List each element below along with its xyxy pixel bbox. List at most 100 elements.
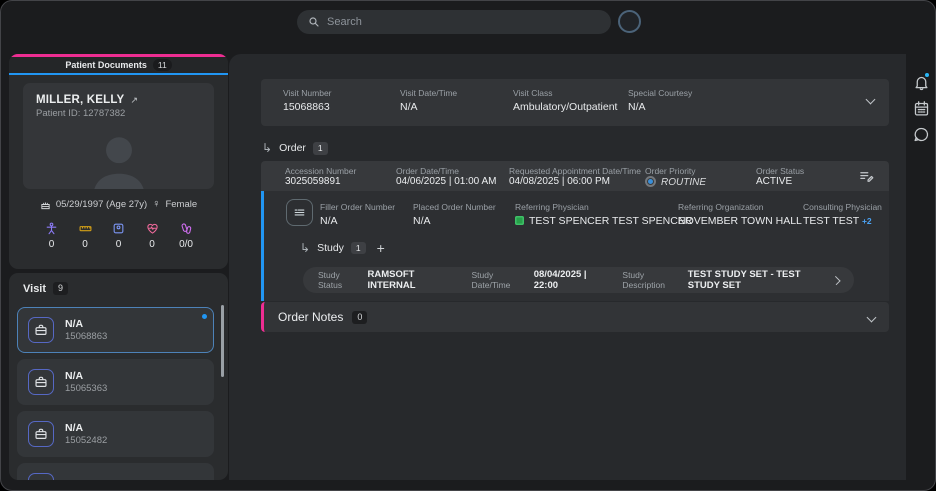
corner-down-right-icon: ↳ bbox=[300, 242, 310, 254]
unread-dot bbox=[202, 314, 207, 319]
patient-documents-count-badge: 11 bbox=[153, 59, 172, 72]
field-value: N/A bbox=[413, 215, 496, 227]
visit-list-scrollbar[interactable] bbox=[221, 305, 224, 377]
field-value: NOVEMBER TOWN HALL bbox=[678, 215, 802, 227]
order-document-icon[interactable] bbox=[286, 199, 313, 226]
field-label: Accession Number bbox=[285, 166, 356, 176]
field-referring-physician: Referring Physician TEST SPENCER TEST SP… bbox=[515, 202, 692, 227]
field-visit-datetime: Visit Date/Time N/A bbox=[400, 88, 457, 113]
visit-list-item[interactable]: N/A 15052482 bbox=[17, 411, 214, 457]
consulting-physician-name: TEST TEST bbox=[803, 215, 859, 227]
field-referring-organization: Referring Organization NOVEMBER TOWN HAL… bbox=[678, 202, 802, 227]
priority-value: ROUTINE bbox=[661, 177, 706, 188]
allergy-icon bbox=[180, 222, 193, 235]
visit-item-title: N/A bbox=[65, 480, 83, 481]
patient-dob: 05/29/1997 (Age 27y) bbox=[56, 199, 147, 210]
app-window: Patient Documents 11 MILLER, KELLY ↗ Pat… bbox=[0, 0, 936, 491]
study-row[interactable]: Study Status RAMSOFT INTERNAL Study Date… bbox=[303, 267, 854, 293]
patient-avatar-icon bbox=[80, 129, 158, 189]
visit-list-item[interactable]: N/A 15068863 bbox=[17, 307, 214, 353]
chat-icon[interactable] bbox=[913, 126, 930, 143]
search-bar[interactable] bbox=[297, 10, 611, 34]
field-value: TEST TEST +2 bbox=[803, 215, 882, 227]
order-notes-card[interactable]: Order Notes 0 bbox=[261, 302, 889, 332]
briefcase-icon bbox=[28, 421, 54, 447]
field-value: N/A bbox=[400, 101, 457, 113]
visit-item-title: N/A bbox=[65, 370, 107, 382]
visit-list-item[interactable]: N/A 15065363 bbox=[17, 359, 214, 405]
birthday-cake-icon bbox=[40, 199, 51, 210]
priority-dot-icon bbox=[645, 176, 656, 187]
visit-summary-card[interactable]: Visit Number 15068863 Visit Date/Time N/… bbox=[261, 79, 889, 126]
counter-ruler[interactable]: 0 bbox=[79, 222, 92, 250]
counter-value: 0 bbox=[49, 239, 55, 250]
order-datetime: 04/06/2025 | 01:00 AM bbox=[396, 176, 496, 187]
counter-value: 0 bbox=[82, 239, 88, 250]
briefcase-icon bbox=[28, 369, 54, 395]
counter-body-height[interactable]: 0 bbox=[45, 222, 58, 250]
counter-value: 0 bbox=[149, 239, 155, 250]
search-icon bbox=[308, 16, 320, 28]
visit-list-header: Visit 9 bbox=[9, 273, 228, 295]
patient-gender: Female bbox=[165, 199, 197, 210]
notification-dot bbox=[924, 72, 930, 78]
study-description-label: Study Description bbox=[622, 270, 679, 290]
calendar-icon[interactable] bbox=[913, 100, 930, 117]
field-visit-class: Visit Class Ambulatory/Outpatient bbox=[513, 88, 617, 113]
accession-number: 3025059891 bbox=[285, 176, 341, 187]
field-label: Special Courtesy bbox=[628, 88, 692, 98]
patient-summary-card[interactable]: MILLER, KELLY ↗ Patient ID: 12787382 bbox=[23, 83, 214, 189]
field-filler-order-number: Filler Order Number N/A bbox=[320, 202, 395, 227]
field-label: Visit Number bbox=[283, 88, 332, 98]
field-label: Referring Organization bbox=[678, 202, 802, 212]
edit-order-icon[interactable] bbox=[859, 169, 874, 184]
user-avatar-ring[interactable] bbox=[618, 10, 641, 33]
chevron-down-icon[interactable] bbox=[867, 312, 877, 322]
visit-list-panel: Visit 9 N/A 15068863 N/A 15065363 bbox=[9, 273, 228, 480]
field-label: Order Date/Time bbox=[396, 166, 459, 176]
weight-icon bbox=[112, 222, 125, 235]
main-panel: Visit Number 15068863 Visit Date/Time N/… bbox=[229, 54, 906, 480]
patient-counters: 0 0 0 0 0/0 bbox=[45, 222, 193, 250]
counter-value: 0 bbox=[116, 239, 122, 250]
field-value: Ambulatory/Outpatient bbox=[513, 101, 617, 113]
field-label: Placed Order Number bbox=[413, 202, 496, 212]
tab-patient-documents[interactable]: Patient Documents 11 bbox=[9, 54, 228, 75]
heart-vitals-icon bbox=[146, 222, 159, 235]
counter-value: 0/0 bbox=[179, 239, 193, 250]
add-study-button[interactable]: + bbox=[377, 241, 385, 255]
counter-heart-vitals[interactable]: 0 bbox=[146, 222, 159, 250]
field-label: Visit Date/Time bbox=[400, 88, 457, 98]
visit-item-number: 15068863 bbox=[65, 331, 107, 342]
field-label: Order Status bbox=[756, 166, 804, 176]
field-label: Visit Class bbox=[513, 88, 617, 98]
chevron-down-icon[interactable] bbox=[866, 95, 876, 105]
visit-label: Visit bbox=[23, 283, 46, 295]
tab-label: Patient Documents bbox=[65, 60, 147, 70]
corner-down-right-icon: ↳ bbox=[262, 142, 272, 154]
visit-list-item[interactable]: N/A bbox=[17, 463, 214, 480]
field-label: Filler Order Number bbox=[320, 202, 395, 212]
counter-allergies[interactable]: 0/0 bbox=[179, 222, 193, 250]
open-patient-icon[interactable]: ↗ bbox=[130, 95, 138, 106]
field-label: Referring Physician bbox=[515, 202, 692, 212]
order-section-header: ↳ Order 1 bbox=[262, 142, 328, 155]
briefcase-icon bbox=[28, 473, 54, 480]
order-status: ACTIVE bbox=[756, 176, 792, 187]
order-priority: ROUTINE bbox=[645, 176, 706, 188]
field-label: Consulting Physician bbox=[803, 202, 882, 212]
field-label: Order Priority bbox=[645, 166, 696, 176]
referring-physician-name: TEST SPENCER TEST SPENCER bbox=[529, 215, 692, 227]
ruler-icon bbox=[79, 222, 92, 235]
patient-documents-panel: Patient Documents 11 MILLER, KELLY ↗ Pat… bbox=[9, 54, 228, 269]
order-section-label: Order bbox=[279, 142, 306, 154]
field-value: TEST SPENCER TEST SPENCER bbox=[515, 215, 692, 227]
more-physicians-badge[interactable]: +2 bbox=[862, 216, 872, 226]
field-visit-number: Visit Number 15068863 bbox=[283, 88, 332, 113]
order-header-row[interactable]: Accession Number 3025059891 Order Date/T… bbox=[261, 161, 889, 191]
briefcase-icon bbox=[28, 317, 54, 343]
search-input[interactable] bbox=[327, 16, 600, 28]
counter-weight[interactable]: 0 bbox=[112, 222, 125, 250]
field-label: Requested Appointment Date/Time bbox=[509, 166, 641, 176]
field-value: N/A bbox=[628, 101, 692, 113]
